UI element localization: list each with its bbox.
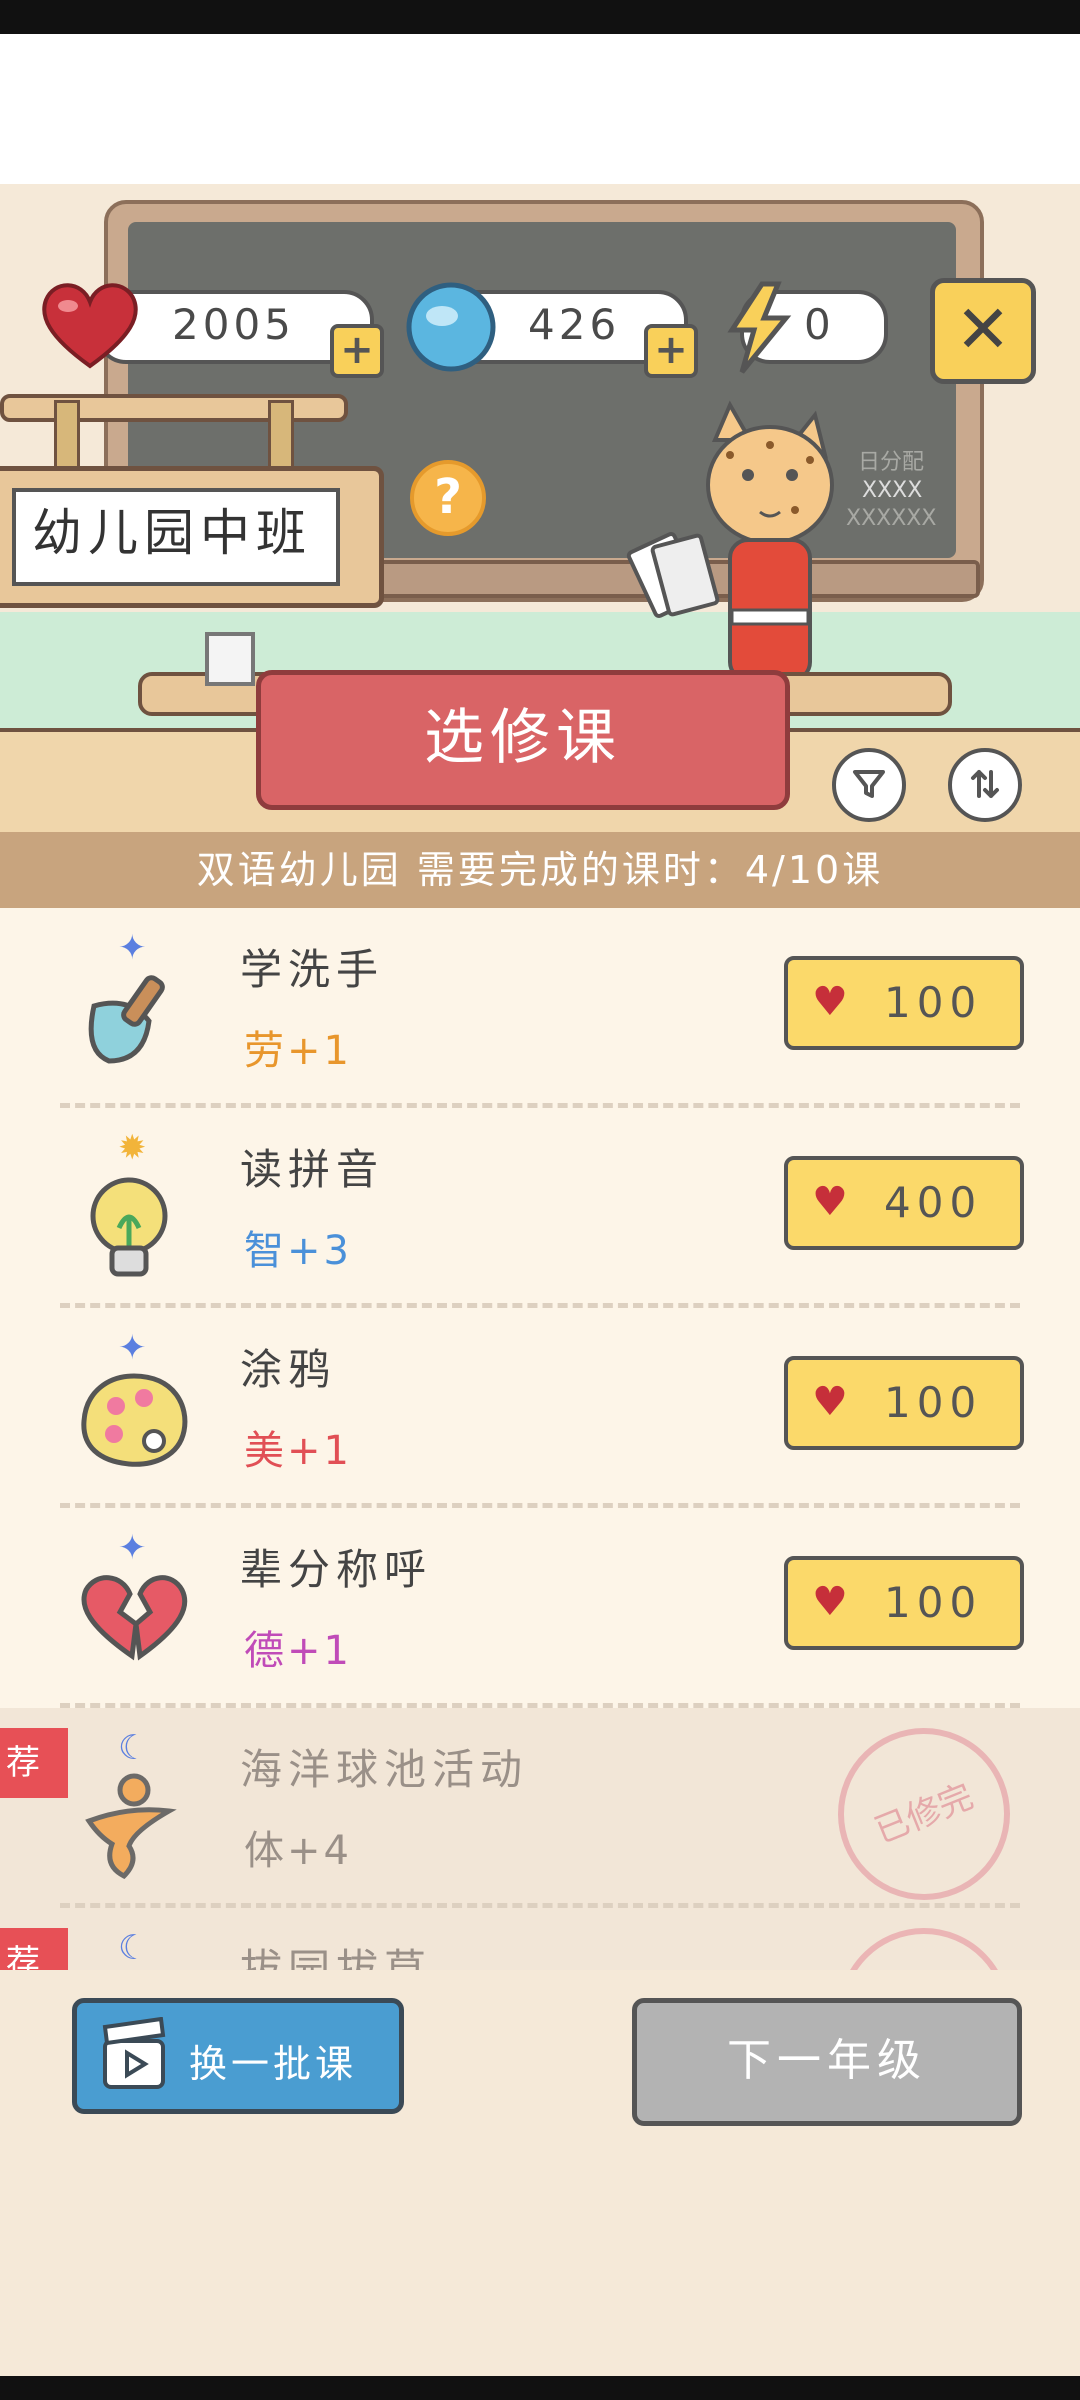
chalk-text-2: XXXX (862, 478, 923, 503)
course-name: 涂鸦 (240, 1345, 337, 1394)
course-attribute: 德+1 (244, 1628, 352, 1674)
hearts-value: 2005 (172, 300, 295, 349)
course-name: 学洗手 (240, 945, 385, 994)
energy-value: 0 (804, 300, 835, 349)
leopard-teacher-icon (626, 400, 834, 680)
top-area (0, 34, 1080, 184)
help-button[interactable]: ? (410, 460, 486, 536)
course-row[interactable]: 荐 ☾ 拔园拔草 已修完 (0, 1902, 1080, 1970)
buy-course-button[interactable]: ♥ 400 (784, 1156, 1024, 1250)
sparkle-icon: ✹ (118, 1128, 147, 1168)
course-attribute: 智+3 (244, 1228, 352, 1274)
cup-icon (205, 632, 255, 686)
course-icon-wrap: ☾ (74, 1928, 204, 1970)
course-list[interactable]: ✦ 学洗手劳+1 ♥ 100 ✹ 读拼音智+3 ♥ 400 ✦ 涂鸦美+1 ♥ 100 ✦ 辈分称呼德+1… (0, 908, 1080, 1970)
navigation-bar (0, 2376, 1080, 2400)
sparkle-icon: ☾ (118, 1728, 149, 1768)
buy-course-button[interactable]: ♥ 100 (784, 956, 1024, 1050)
course-row[interactable]: ✦ 辈分称呼德+1 ♥ 100 (0, 1508, 1080, 1708)
sort-button[interactable] (948, 748, 1022, 822)
add-gems-button[interactable]: + (644, 324, 698, 378)
recommended-tag: 荐 (0, 1928, 68, 1970)
next-grade-button[interactable]: 下一年级 (632, 1998, 1022, 2126)
course-icon-wrap: ✦ (74, 1528, 204, 1688)
refresh-courses-label: 换一批课 (189, 2042, 358, 2086)
heart-icon: ♥ (812, 1179, 848, 1225)
blue-gem-icon (406, 282, 496, 372)
status-bar (0, 0, 1080, 34)
course-row[interactable]: ✦ 涂鸦美+1 ♥ 100 (0, 1308, 1080, 1508)
course-name: 读拼音 (240, 1145, 385, 1194)
filter-button[interactable] (832, 748, 906, 822)
sign-rod (0, 394, 348, 422)
course-icon-wrap: ✹ (74, 1128, 204, 1288)
sparkle-icon: ✦ (118, 1528, 147, 1568)
video-clapper-icon (102, 2017, 166, 2089)
heart-icon: ♥ (812, 1579, 848, 1625)
course-requirement: 双语幼儿园 需要完成的课时：4/10课 (0, 832, 1080, 908)
course-price: 100 (884, 1578, 983, 1627)
filter-icon (853, 770, 885, 798)
shovel-icon (74, 966, 184, 1080)
heart-icon: ♥ (812, 979, 848, 1025)
sort-icon (971, 770, 999, 798)
course-row[interactable]: ✦ 学洗手劳+1 ♥ 100 (0, 908, 1080, 1108)
heart-icon: ♥ (812, 1379, 848, 1425)
recommended-tag: 荐 (0, 1728, 68, 1798)
running-person-icon (74, 1766, 184, 1890)
course-attribute: 美+1 (244, 1428, 352, 1474)
course-name: 海洋球池活动 (240, 1745, 529, 1794)
course-icon-wrap: ☾ (74, 1728, 204, 1888)
course-name: 辈分称呼 (240, 1545, 433, 1594)
palette-icon (74, 1366, 194, 1480)
heart-icon (42, 283, 138, 369)
sparkle-icon: ☾ (118, 1928, 149, 1968)
course-icon-wrap: ✦ (74, 1328, 204, 1488)
elective-title: 选修课 (256, 670, 790, 810)
lightbulb-icon (74, 1166, 184, 1290)
buy-course-button[interactable]: ♥ 100 (784, 1556, 1024, 1650)
add-hearts-button[interactable]: + (330, 324, 384, 378)
lightning-icon (727, 281, 792, 374)
close-button[interactable]: ✕ (930, 278, 1036, 384)
course-price: 400 (884, 1178, 983, 1227)
completed-stamp: 已修完 (812, 1902, 1036, 1970)
sparkle-icon: ✦ (118, 928, 147, 968)
refresh-courses-button[interactable]: 换一批课 (72, 1998, 404, 2114)
class-name: 幼儿园中班 (32, 504, 312, 562)
sparkle-icon: ✦ (118, 1328, 147, 1368)
broken-heart-icon (74, 1566, 194, 1670)
course-row[interactable]: 荐 ☾ 海洋球池活动体+4 已修完 (0, 1702, 1080, 1926)
course-attribute: 体+4 (244, 1828, 352, 1874)
sprout-icon (74, 1966, 184, 1970)
course-name: 拔园拔草 (240, 1945, 433, 1970)
buy-course-button[interactable]: ♥ 100 (784, 1356, 1024, 1450)
course-attribute: 劳+1 (244, 1028, 352, 1074)
course-row[interactable]: ✹ 读拼音智+3 ♥ 400 (0, 1108, 1080, 1308)
course-price: 100 (884, 1378, 983, 1427)
course-icon-wrap: ✦ (74, 928, 204, 1088)
course-price: 100 (884, 978, 983, 1027)
gems-value: 426 (528, 300, 621, 349)
completed-stamp: 已修完 (812, 1702, 1036, 1926)
